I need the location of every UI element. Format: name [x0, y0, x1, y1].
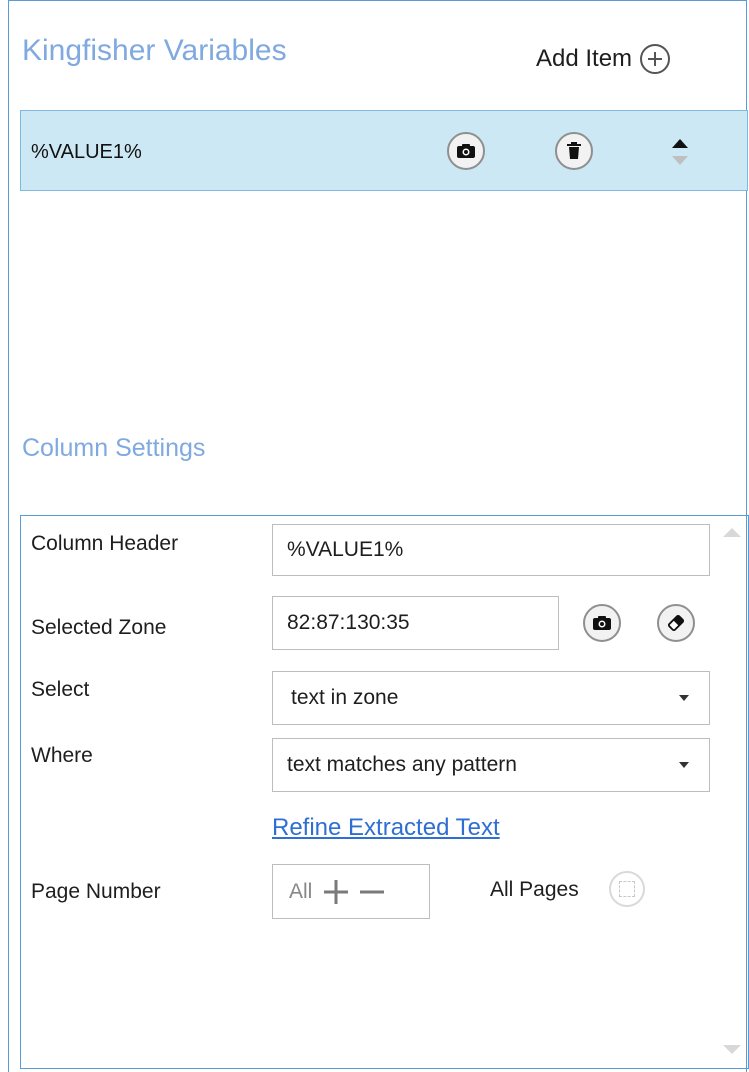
- panel-title: Kingfisher Variables: [22, 34, 287, 67]
- page-number-control[interactable]: All: [272, 864, 430, 919]
- all-pages-button[interactable]: [609, 871, 645, 907]
- plus-circle-icon: [640, 44, 671, 74]
- page-number-label: Page Number: [31, 880, 161, 903]
- where-value: text matches any pattern: [287, 753, 517, 776]
- zone-capture-button[interactable]: [583, 604, 621, 642]
- variable-name: %VALUE1%: [31, 141, 142, 163]
- sort-arrows-icon[interactable]: [667, 133, 693, 169]
- selected-zone-input[interactable]: 82:87:130:35: [272, 596, 559, 650]
- scroll-down-arrow[interactable]: [723, 1045, 741, 1054]
- chevron-down-icon: [679, 695, 689, 701]
- select-value: text in zone: [291, 686, 399, 709]
- camera-icon: [457, 144, 475, 158]
- selected-zone-label: Selected Zone: [31, 616, 167, 639]
- where-dropdown[interactable]: text matches any pattern: [272, 738, 710, 792]
- minus-icon[interactable]: [360, 880, 384, 904]
- select-label: Select: [31, 678, 90, 701]
- all-pages-label: All Pages: [490, 878, 579, 901]
- column-header-input[interactable]: %VALUE1%: [272, 524, 710, 576]
- where-label: Where: [31, 744, 93, 767]
- select-dropdown[interactable]: text in zone: [272, 671, 710, 725]
- delete-button[interactable]: [555, 132, 593, 170]
- clear-zone-button[interactable]: [657, 604, 695, 642]
- selected-zone-value: 82:87:130:35: [287, 611, 410, 634]
- scroll-up-arrow[interactable]: [723, 528, 741, 537]
- variable-row[interactable]: %VALUE1%: [20, 110, 748, 191]
- page-number-value: All: [289, 879, 313, 903]
- all-pages-icon: [619, 881, 635, 897]
- column-header-value: %VALUE1%: [287, 538, 404, 561]
- column-settings-panel: Column Header %VALUE1% Selected Zone 82:…: [20, 515, 749, 1069]
- chevron-down-icon: [679, 762, 689, 768]
- column-header-label: Column Header: [31, 532, 179, 555]
- add-item-label: Add Item: [536, 45, 633, 72]
- plus-icon[interactable]: [324, 880, 348, 904]
- refine-extracted-text-link[interactable]: Refine Extracted Text: [272, 814, 500, 842]
- trash-icon: [567, 142, 581, 159]
- column-settings-title: Column Settings: [22, 434, 206, 462]
- eraser-icon: [667, 614, 685, 632]
- capture-zone-button[interactable]: [447, 132, 485, 170]
- add-item-button[interactable]: Add Item: [536, 44, 671, 74]
- camera-icon: [593, 616, 611, 630]
